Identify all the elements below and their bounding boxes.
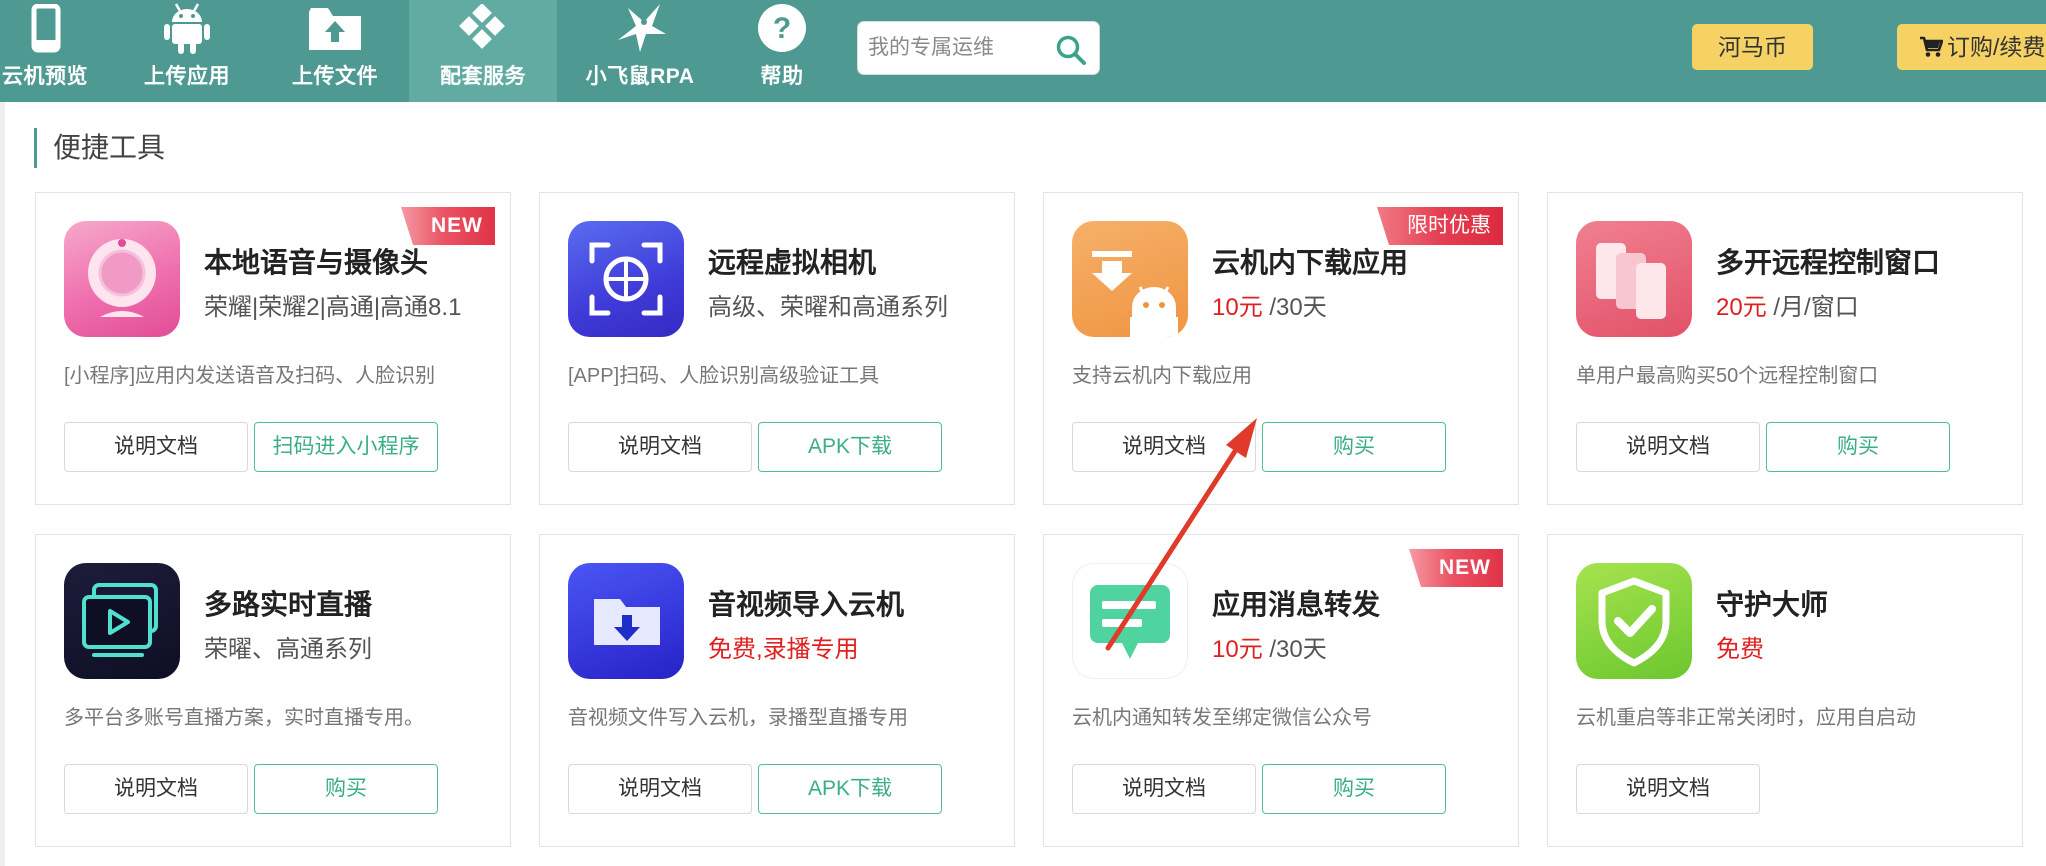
doc-button[interactable]: 说明文档 [1576,764,1760,814]
nav-label: 上传文件 [292,65,378,88]
card-price-line: 10元 /30天 [1212,287,1327,322]
card-title: 多路实时直播 [204,589,373,620]
doc-button[interactable]: 说明文档 [1072,764,1256,814]
nav-label: 云机预览 [2,65,88,88]
mini-program-button[interactable]: 扫码进入小程序 [254,422,438,472]
doc-button[interactable]: 说明文档 [1576,422,1760,472]
nav-item-upload-app[interactable]: 上传应用 [132,0,242,102]
card-description: 音视频文件写入云机，录播型直播专用 [568,707,908,729]
scan-camera-icon [568,221,684,337]
card-price: 10元 [1212,636,1263,663]
card-local-voice-camera: NEW 本地语音与摄像头 荣耀|荣耀2|高通|高通8.1 [小程序]应用内发送语… [35,192,511,505]
message-forward-icon [1072,563,1188,679]
card-description: 云机内通知转发至绑定微信公众号 [1072,707,1372,729]
card-description: 支持云机内下载应用 [1072,365,1252,387]
card-price: 20元 [1716,294,1767,321]
svg-text:?: ? [773,12,791,45]
doc-button[interactable]: 说明文档 [1072,422,1256,472]
nav-item-services[interactable]: 配套服务 [409,0,557,102]
card-title: 云机内下载应用 [1212,247,1409,278]
limited-offer-badge: 限时优惠 [1377,207,1503,245]
card-period: /30天 [1262,636,1327,663]
buy-button[interactable]: 购买 [254,764,438,814]
webcam-icon [64,221,180,337]
card-period: /月/窗口 [1766,294,1859,321]
doc-button[interactable]: 说明文档 [64,422,248,472]
card-price-line: 10元 /30天 [1212,629,1327,664]
media-import-icon [568,563,684,679]
nav-item-rpa[interactable]: 小飞鼠RPA [575,0,705,102]
card-price-line: 20元 /月/窗口 [1716,287,1859,322]
hippo-coin-button[interactable]: 河马币 [1692,24,1813,70]
card-title: 多开远程控制窗口 [1716,247,1941,278]
cart-icon [1920,36,1944,57]
help-icon: ? [758,4,806,52]
card-subtitle: 高级、荣曜和高通系列 [708,294,948,321]
card-in-cloud-download: 限时优惠 云机内下载应用 10元 /30天 支持云机内下载应用 说明文档 购买 [1043,192,1519,505]
section-title: 便捷工具 [34,128,165,168]
phone-icon [31,4,61,53]
card-period: /30天 [1262,294,1327,321]
apk-download-button[interactable]: APK下载 [758,422,942,472]
card-description: 多平台多账号直播方案，实时直播专用。 [64,707,424,729]
folder-upload-icon [309,8,361,50]
doc-button[interactable]: 说明文档 [64,764,248,814]
doc-button[interactable]: 说明文档 [568,764,752,814]
new-badge: NEW [401,207,495,245]
nav-item-help[interactable]: ? 帮助 [727,0,837,102]
top-nav-bar: 云机预览 上传应用 上传文件 配套服务 小飞鼠RPA ? 帮助 我的专属运维 河… [0,0,2046,102]
nav-label: 帮助 [760,65,804,88]
card-description: [APP]扫码、人脸识别高级验证工具 [568,365,880,387]
card-multi-remote-window: 多开远程控制窗口 20元 /月/窗口 单用户最高购买50个远程控制窗口 说明文档… [1547,192,2023,505]
search-box [857,21,1100,75]
nav-label: 上传应用 [144,65,230,88]
card-title: 守护大师 [1716,589,1829,620]
diamond-grid-icon [459,4,505,49]
android-icon [164,3,210,54]
order-renew-button[interactable]: 订购/续费 [1897,24,2046,70]
search-icon[interactable] [1055,34,1087,66]
card-subtitle: 荣曜、高通系列 [204,636,372,663]
card-title: 应用消息转发 [1212,589,1381,620]
card-title: 本地语音与摄像头 [204,247,429,278]
apk-download-button[interactable]: APK下载 [758,764,942,814]
card-remote-virtual-camera: 远程虚拟相机 高级、荣曜和高通系列 [APP]扫码、人脸识别高级验证工具 说明文… [539,192,1015,505]
flying-squirrel-icon [618,4,666,52]
nav-label: 小飞鼠RPA [585,65,695,88]
live-stream-icon [64,563,180,679]
card-description: 单用户最高购买50个远程控制窗口 [1576,365,1879,387]
card-description: 云机重启等非正常关闭时，应用自启动 [1576,707,1916,729]
search-input[interactable] [868,22,1048,74]
shield-check-icon [1576,563,1692,679]
android-download-icon [1072,221,1188,337]
card-subtitle: 免费,录播专用 [708,636,859,663]
card-price: 10元 [1212,294,1263,321]
card-subtitle: 荣耀|荣耀2|高通|高通8.1 [204,294,462,321]
card-media-import: 音视频导入云机 免费,录播专用 音视频文件写入云机，录播型直播专用 说明文档 A… [539,534,1015,847]
card-title: 远程虚拟相机 [708,247,877,278]
card-subtitle: 免费 [1716,636,1764,663]
new-badge: NEW [1409,549,1503,587]
buy-button[interactable]: 购买 [1262,422,1446,472]
card-guardian-master: 守护大师 免费 云机重启等非正常关闭时，应用自启动 说明文档 [1547,534,2023,847]
card-title: 音视频导入云机 [708,589,905,620]
card-multi-live-stream: 多路实时直播 荣曜、高通系列 多平台多账号直播方案，实时直播专用。 说明文档 购… [35,534,511,847]
nav-item-upload-file[interactable]: 上传文件 [280,0,390,102]
left-edge-strip [0,102,5,866]
order-renew-label: 订购/续费 [1947,34,2046,60]
buy-button[interactable]: 购买 [1766,422,1950,472]
doc-button[interactable]: 说明文档 [568,422,752,472]
buy-button[interactable]: 购买 [1262,764,1446,814]
multi-window-icon [1576,221,1692,337]
nav-item-cloud-preview[interactable]: 云机预览 [0,0,100,102]
card-description: [小程序]应用内发送语音及扫码、人脸识别 [64,365,436,387]
nav-label: 配套服务 [440,65,526,88]
card-message-forward: NEW 应用消息转发 10元 /30天 云机内通知转发至绑定微信公众号 说明文档… [1043,534,1519,847]
